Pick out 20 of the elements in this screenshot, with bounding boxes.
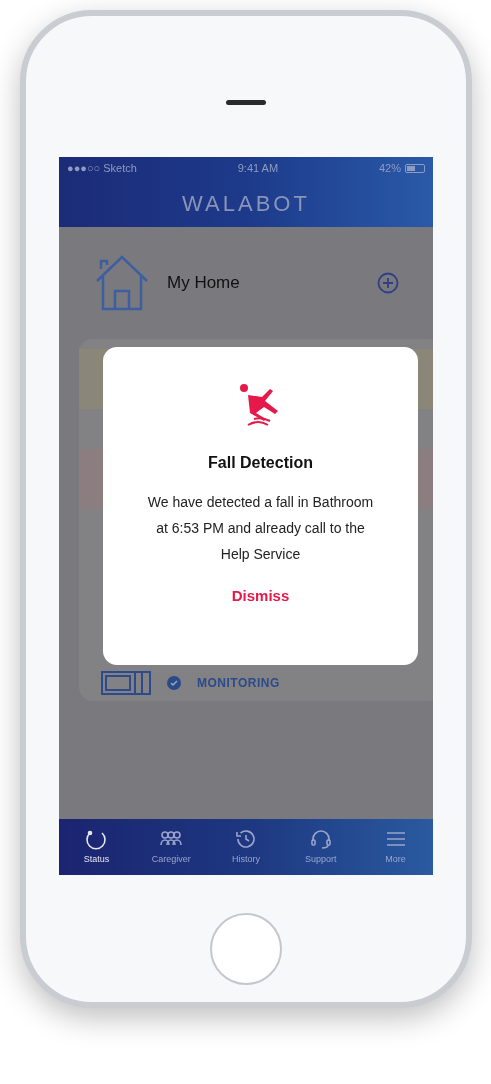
device-status: MONITORING <box>197 675 280 692</box>
check-circle-icon <box>167 676 181 690</box>
headset-icon <box>308 827 333 852</box>
dismiss-button[interactable]: Dismiss <box>219 581 302 612</box>
alert-title: Fall Detection <box>208 453 313 473</box>
speaker-slot <box>226 100 266 105</box>
tab-item[interactable]: More <box>358 819 433 875</box>
home-title: My Home <box>167 272 240 295</box>
tab-item[interactable]: Status <box>59 819 134 875</box>
app-logo-title: WALABOT <box>182 189 310 218</box>
alert-message: We have detected a fall in Bathroom at 6:53 PM and already call to the Help Service <box>147 493 374 564</box>
time-label: 9:41 AM <box>237 160 279 176</box>
battery-icon <box>405 163 425 173</box>
device-icon <box>101 671 151 695</box>
battery-percent: 42% <box>378 160 401 176</box>
tab-item[interactable]: History <box>208 819 284 875</box>
tab-item[interactable]: Caregiver <box>133 819 209 875</box>
carrier-label: ●●●○○ Sketch <box>67 160 137 176</box>
tab-item[interactable]: Support <box>283 819 359 875</box>
add-icon[interactable] <box>377 272 399 294</box>
